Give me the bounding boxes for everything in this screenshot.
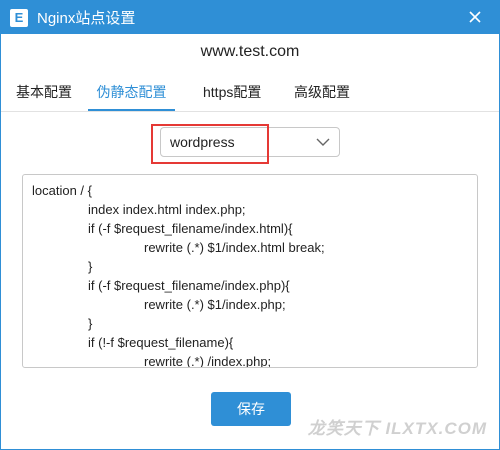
tab-basic-config[interactable]: 基本配置 (16, 75, 72, 109)
site-domain-title: www.test.com (200, 43, 300, 60)
nginx-site-settings-dialog: E Nginx站点设置 www.test.com 基本配置 伪静态配置 http… (0, 0, 500, 450)
window-title: Nginx站点设置 (37, 10, 136, 27)
tab-rewrite-config[interactable]: 伪静态配置 (88, 75, 175, 111)
app-logo-letter: E (14, 10, 24, 25)
rewrite-rule-select[interactable]: wordpress (160, 127, 340, 157)
code-line: if (-f $request_filename/index.html){ (88, 221, 293, 236)
rewrite-rules-textarea[interactable]: location / { index index.html index.php;… (22, 174, 478, 368)
tab-advanced-config[interactable]: 高级配置 (294, 75, 350, 109)
save-button[interactable]: 保存 (211, 392, 291, 426)
code-line: } (88, 316, 93, 331)
code-line: rewrite (.*) $1/index.php; (144, 297, 286, 312)
code-line: location / { (32, 183, 92, 198)
code-line: } (88, 259, 93, 274)
rewrite-rule-selected-value: wordpress (170, 134, 235, 150)
close-icon (469, 11, 481, 23)
code-line: rewrite (.*) /index.php; (144, 354, 272, 368)
chevron-down-icon (316, 138, 330, 146)
close-button[interactable] (465, 7, 485, 27)
code-line: index index.html index.php; (88, 202, 246, 217)
settings-tab-bar: 基本配置 伪静态配置 https配置 高级配置 (1, 75, 499, 112)
app-logo-icon: E (10, 8, 28, 27)
code-line: if (-f $request_filename/index.php){ (88, 278, 290, 293)
tab-https-config[interactable]: https配置 (203, 75, 261, 109)
code-line: if (!-f $request_filename){ (88, 335, 234, 350)
site-watermark: 龙笑天下 ILXTX.COM (307, 419, 487, 438)
code-line: rewrite (.*) $1/index.html break; (144, 240, 325, 255)
title-bar[interactable]: E Nginx站点设置 (1, 1, 499, 34)
